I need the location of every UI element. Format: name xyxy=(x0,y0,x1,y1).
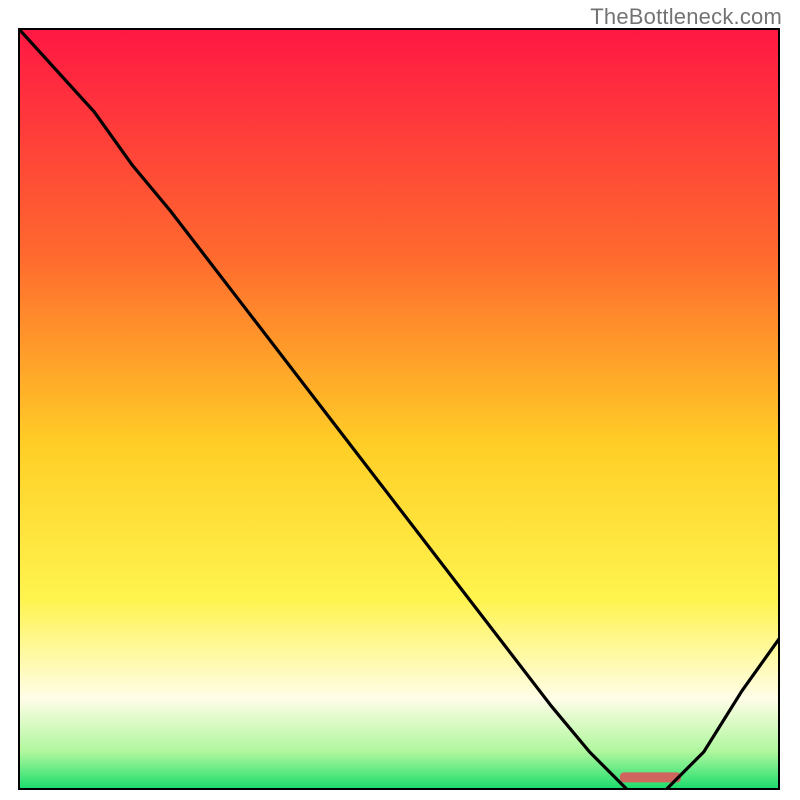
watermark-text: TheBottleneck.com xyxy=(590,4,782,30)
chart-svg xyxy=(18,28,780,790)
chart-container: TheBottleneck.com xyxy=(0,0,800,800)
gradient-background xyxy=(18,28,780,790)
chart-frame xyxy=(18,28,780,790)
min-marker xyxy=(620,772,681,782)
